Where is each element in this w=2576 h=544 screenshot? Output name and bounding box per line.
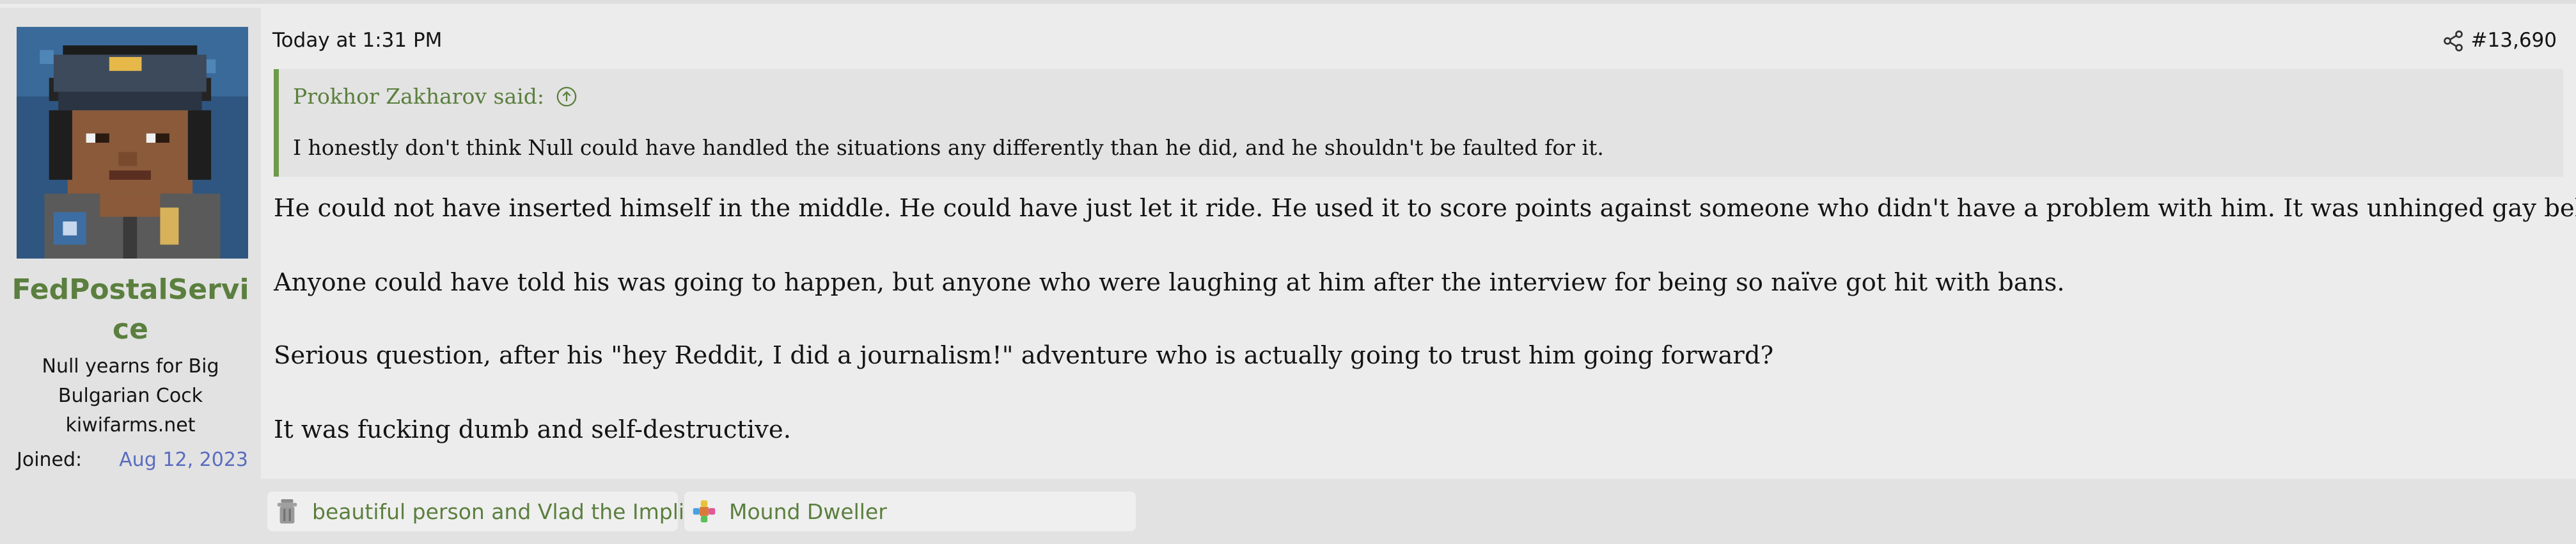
share-icon[interactable] <box>2442 29 2465 52</box>
post-date[interactable]: Today at 1:31 PM <box>272 26 442 55</box>
trashcan-icon <box>277 499 297 524</box>
reaction-item[interactable]: Mound Dweller <box>684 492 1136 531</box>
quote-block: Prokhor Zakharov said: I honestly don't … <box>274 69 2563 177</box>
quote-header: Prokhor Zakharov said: <box>293 81 577 113</box>
message-paragraph: It was fucking dumb and self-destructive… <box>274 415 791 444</box>
post-container: FedPostalService Null yearns for Big Bul… <box>0 0 2576 544</box>
joined-row: Joined: Aug 12, 2023 <box>17 445 248 475</box>
puzzle-piece-icon <box>693 500 716 523</box>
joined-date: Aug 12, 2023 <box>119 449 248 471</box>
quote-text: I honestly don't think Null could have h… <box>293 135 1604 160</box>
message-paragraph: Anyone could have told his was going to … <box>274 268 2065 297</box>
post-number[interactable]: #13,690 <box>2471 26 2557 55</box>
avatar[interactable] <box>17 27 248 259</box>
quote-author[interactable]: Prokhor Zakharov said: <box>293 81 544 113</box>
message-paragraph: Serious question, after his "hey Reddit,… <box>274 341 1774 370</box>
user-title-line: Null yearns for Big <box>42 355 219 378</box>
user-title: Null yearns for Big Bulgarian Cock kiwif… <box>6 352 255 440</box>
reaction-item[interactable]: beautiful person and Vlad the Implier <box>267 492 706 531</box>
arrow-up-circle-icon[interactable] <box>556 86 577 108</box>
reaction-label: beautiful person and Vlad the Implier <box>312 499 706 524</box>
reactions-bar: beautiful person and Vlad the Implier Mo… <box>261 479 2576 544</box>
user-sidebar: FedPostalService Null yearns for Big Bul… <box>0 8 261 544</box>
joined-label: Joined: <box>17 449 82 471</box>
user-title-line: kiwifarms.net <box>65 414 196 436</box>
reaction-label: Mound Dweller <box>729 499 887 524</box>
user-title-line: Bulgarian Cock <box>58 385 203 407</box>
message-paragraph: He could not have inserted himself in th… <box>274 194 2576 223</box>
username[interactable]: FedPostalService <box>6 270 255 349</box>
post-main: Today at 1:31 PM #13,690 Prokhor Zakharo… <box>261 8 2576 544</box>
avatar-image <box>17 27 248 259</box>
